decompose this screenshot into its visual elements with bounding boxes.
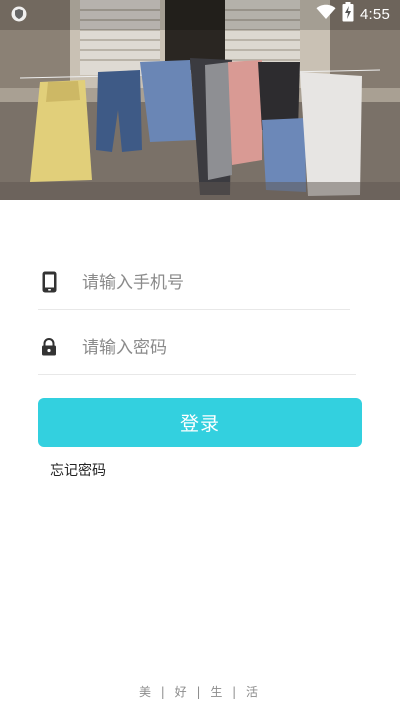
header-photo [0,0,400,200]
lock-icon [38,334,60,360]
battery-charging-icon [342,2,354,26]
login-button[interactable]: 登录 [38,398,362,447]
shield-icon [11,6,27,22]
status-time: 4:55 [360,5,390,23]
password-input[interactable] [82,328,342,368]
phone-divider [38,309,350,310]
wifi-icon [316,4,336,24]
password-field [38,320,356,376]
password-divider [38,374,356,375]
status-bar: 4:55 [0,0,400,28]
phone-field [38,255,356,311]
footer-slogan: 美 | 好 | 生 | 活 [138,685,262,699]
forgot-password-link[interactable]: 忘记密码 [50,460,106,480]
phone-input[interactable] [82,263,342,303]
status-indicators: 4:55 [316,2,390,26]
phone-icon [38,269,60,295]
